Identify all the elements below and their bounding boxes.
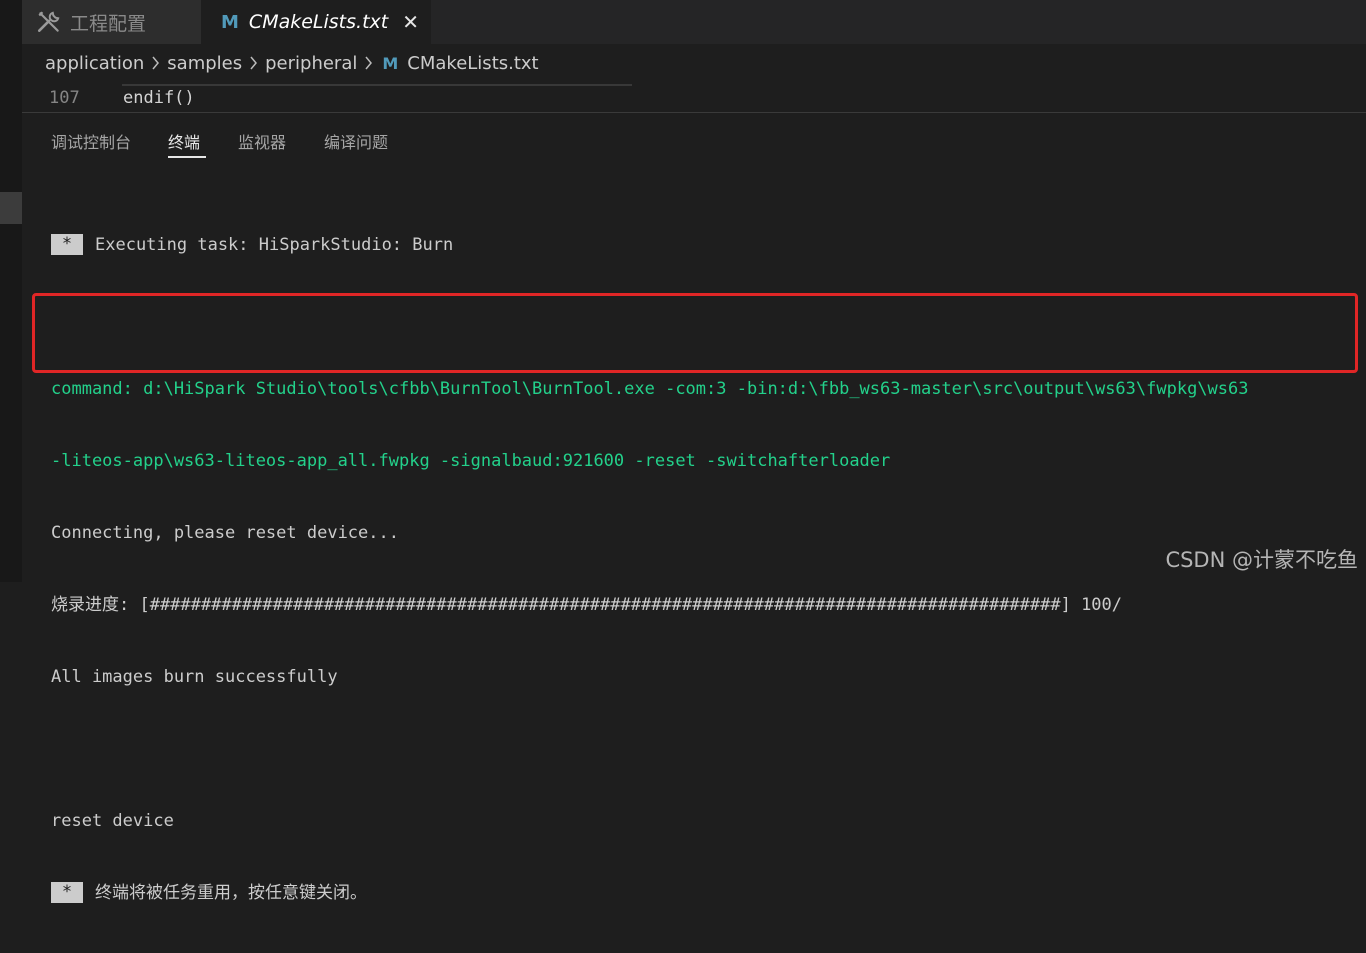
chevron-right-icon <box>365 56 373 70</box>
code-line[interactable]: endif() <box>123 88 195 108</box>
activity-marker <box>0 192 22 224</box>
editor-area[interactable]: 107 endif() <box>22 82 1366 112</box>
reset-device-line: reset device <box>51 811 174 831</box>
watermark: CSDN @计蒙不吃鱼 <box>1165 548 1358 572</box>
breadcrumb-item-samples[interactable]: samples <box>167 53 242 74</box>
chevron-right-icon <box>250 56 258 70</box>
task-star-badge: * <box>51 234 83 255</box>
burn-progress-line: 烧录进度: [#################################… <box>51 595 1123 615</box>
cmake-file-icon: M <box>221 11 239 33</box>
line-number: 107 <box>49 88 80 108</box>
panel-tabs: 调试控制台 终端 监视器 编译问题 <box>22 113 1366 161</box>
breadcrumb-item-peripheral[interactable]: peripheral <box>265 53 357 74</box>
connecting-line: Connecting, please reset device... <box>51 523 399 543</box>
tab-cmakelists[interactable]: M CMakeLists.txt ✕ <box>201 0 431 44</box>
active-tab-indicator <box>168 156 206 158</box>
burn-success-line: All images burn successfully <box>51 667 338 687</box>
breadcrumb-item-application[interactable]: application <box>45 53 144 74</box>
scrolled-code-line <box>122 82 632 86</box>
breadcrumb-item-file[interactable]: CMakeLists.txt <box>407 53 538 74</box>
tab-monitor[interactable]: 监视器 <box>238 129 286 153</box>
tab-build-problems[interactable]: 编译问题 <box>324 129 388 153</box>
terminal-line: * 终端将被任务重用，按任意键关闭。 <box>51 881 1351 905</box>
tools-icon <box>37 11 60 32</box>
terminal-line: * Executing task: HiSparkStudio: Burn <box>51 233 1351 257</box>
tab-terminal[interactable]: 终端 <box>168 129 200 153</box>
close-icon[interactable]: ✕ <box>402 10 419 34</box>
tab-label: CMakeLists.txt <box>248 11 389 33</box>
tab-project-config[interactable]: 工程配置 <box>22 0 201 44</box>
cmake-file-icon: M <box>382 53 399 73</box>
command-line: command: d:\HiSpark Studio\tools\cfbb\Bu… <box>51 379 1249 399</box>
task-star-badge: * <box>51 882 83 903</box>
command-line: -liteos-app\ws63-liteos-app_all.fwpkg -s… <box>51 451 891 471</box>
activity-bar <box>0 0 22 582</box>
tab-label: 工程配置 <box>70 12 147 35</box>
breadcrumb: application samples peripheral M CMakeLi… <box>22 44 1366 82</box>
executing-task-text: Executing task: HiSparkStudio: Burn <box>95 235 454 255</box>
tab-debug-console[interactable]: 调试控制台 <box>51 129 131 153</box>
editor-tab-bar: 工程配置 M CMakeLists.txt ✕ <box>22 0 1366 44</box>
highlight-annotation <box>32 293 1358 373</box>
chevron-right-icon <box>152 56 160 70</box>
terminal-reuse-text: 终端将被任务重用，按任意键关闭。 <box>95 883 367 903</box>
